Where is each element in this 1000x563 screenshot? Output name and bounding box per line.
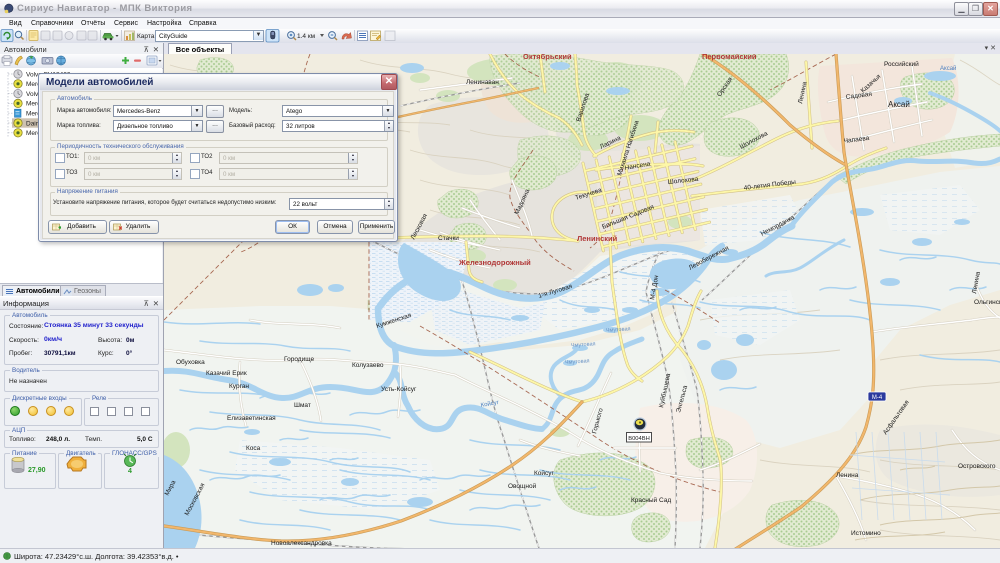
svg-text:Казачий Ерик: Казачий Ерик [206,369,247,377]
svg-text:Российский: Российский [884,60,919,68]
svg-text:Городище: Городище [284,356,314,363]
svg-text:Красный Сад: Красный Сад [631,496,671,504]
svg-text:Шмат: Шмат [294,402,311,409]
svg-text:Ленинский: Ленинский [577,234,618,243]
svg-text:Первомайский: Первомайский [702,54,757,61]
svg-text:Усть-Койсуг: Усть-Койсуг [381,385,417,393]
svg-text:Стачки: Стачки [438,235,459,242]
svg-text:М-4: М-4 [872,395,883,401]
svg-text:Ольгинская: Ольгинская [974,299,1000,306]
svg-text:Курган: Курган [229,383,249,390]
svg-text:Колузаево: Колузаево [352,362,384,369]
svg-text:Аксай: Аксай [888,100,910,109]
svg-text:Обуховка: Обуховка [176,358,205,366]
svg-text:Аксай: Аксай [940,65,956,72]
svg-text:Койсуг: Койсуг [534,469,555,477]
svg-text:В004ВН: В004ВН [628,436,650,442]
svg-text:Елизаветинская: Елизаветинская [227,415,276,422]
svg-text:Островского: Островского [958,463,996,470]
svg-text:Ленина: Ленина [836,472,859,479]
svg-text:Коса: Коса [246,445,261,452]
svg-text:Овощной: Овощной [508,482,537,490]
svg-text:Железнодорожный: Железнодорожный [458,258,531,267]
svg-text:Новоалександровка: Новоалександровка [271,540,332,547]
svg-text:Октябрьский: Октябрьский [523,54,572,61]
svg-text:Истомино: Истомино [851,530,881,537]
svg-text:Ленинаван: Ленинаван [466,79,499,86]
